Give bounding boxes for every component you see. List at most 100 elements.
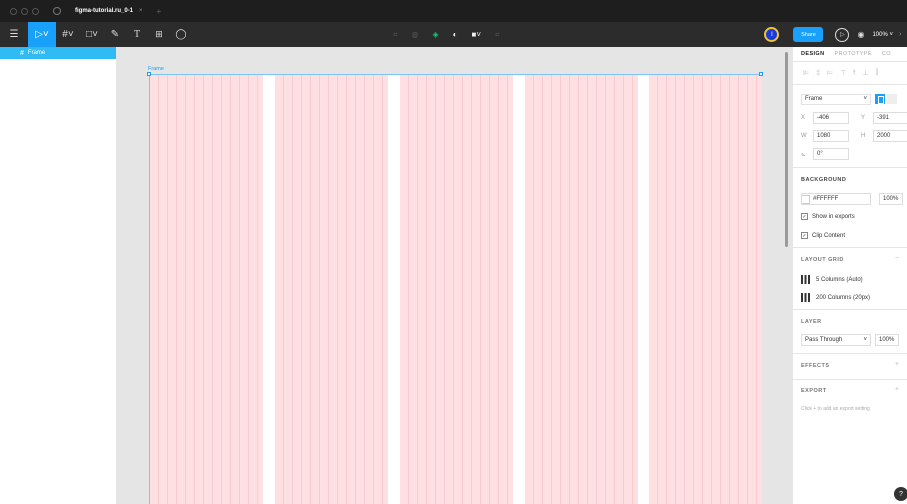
present-icon[interactable]: ▷ (835, 27, 850, 42)
distribute-icon[interactable]: ⫿ (876, 69, 878, 77)
x-label: X (801, 115, 806, 121)
layers-panel: # Frame (0, 47, 116, 504)
new-tab-icon[interactable]: + (157, 7, 162, 16)
divider (793, 379, 907, 380)
grid-item[interactable]: 5 Columns (Auto) (801, 275, 863, 284)
tab-design[interactable]: DESIGN (801, 51, 825, 57)
window-controls (10, 7, 39, 15)
frame-preset-row: Frame ˅ (801, 93, 901, 105)
file-tab-title: figma-tutorial.ru_0-1 (75, 8, 134, 14)
w-label: W (801, 133, 807, 139)
more-icon[interactable]: › (899, 31, 907, 38)
layer-row: Pass Through ˅ 100% (801, 334, 899, 346)
add-export-icon[interactable]: + (895, 386, 899, 393)
background-opacity-input[interactable]: 100% (879, 193, 903, 205)
layer-item-frame[interactable]: # Frame (0, 47, 116, 59)
export-hint: Click + to add an export setting (801, 406, 870, 412)
toolbar: ☰ ▷˅ #˅ □˅ ✎ T ⊞ ◯ ⌗ ◍ ◈ ◐ ■˅ ⌗ I Share … (0, 22, 907, 47)
rotation-input[interactable]: 0° (813, 148, 849, 160)
background-hex-input[interactable]: #FFFFFF (801, 193, 871, 205)
title-bar: figma-tutorial.ru_0-1 × + (0, 0, 907, 22)
maximize-window-button[interactable] (32, 7, 39, 15)
size-row: W 1080 H 2000 (801, 130, 907, 142)
clip-content-row[interactable]: ✓ Clip Content (801, 232, 845, 239)
width-input[interactable]: 1080 (813, 130, 849, 142)
close-tab-icon[interactable]: × (139, 8, 143, 14)
tab-prototype[interactable]: PROTOTYPE (835, 51, 872, 57)
properties-panel: DESIGN PROTOTYPE CO ⊫ ‡ ⊨ ⊤ ⫲ ⊥ ⫿ Frame … (792, 47, 907, 504)
remove-grid-icon[interactable]: − (895, 255, 899, 262)
clip-content-checkbox[interactable]: ✓ (801, 232, 808, 239)
clip-content-label: Clip Content (812, 232, 846, 239)
align-left-icon[interactable]: ⊫ (803, 69, 809, 77)
resize-handle[interactable] (759, 72, 763, 76)
rotation-icon: ⊾ (801, 151, 807, 158)
show-in-exports-row[interactable]: ✓ Show in exports (801, 213, 855, 220)
align-top-icon[interactable]: ⊤ (840, 69, 846, 77)
height-input[interactable]: 2000 (873, 130, 907, 142)
component-icon[interactable]: ⌗ (393, 30, 398, 40)
canvas-scrollbar[interactable] (785, 52, 788, 247)
divider (793, 247, 907, 248)
export-section-title: EXPORT (801, 388, 827, 394)
pen-tool-button[interactable]: ✎ (104, 22, 126, 47)
landscape-icon[interactable] (887, 94, 897, 104)
union-icon[interactable]: ■˅ (472, 30, 482, 39)
grid-item[interactable]: 200 Columns (20px) (801, 293, 870, 302)
align-center-icon[interactable]: ‡ (816, 70, 820, 77)
grid-column (275, 75, 388, 504)
frame-preset-dropdown[interactable]: Frame ˅ (801, 93, 871, 105)
file-tab[interactable]: figma-tutorial.ru_0-1 × (75, 8, 143, 14)
align-right-icon[interactable]: ⊨ (827, 69, 833, 77)
share-button[interactable]: Share (793, 27, 824, 42)
background-row: #FFFFFF 100% (801, 193, 903, 205)
align-middle-icon[interactable]: ⫲ (853, 69, 855, 77)
grid-column (649, 75, 762, 504)
show-in-exports-checkbox[interactable]: ✓ (801, 213, 808, 220)
view-settings-icon[interactable]: ◉ (857, 30, 864, 39)
comment-tool-button[interactable]: ◯ (170, 22, 192, 47)
alignment-toolbar: ⊫ ‡ ⊨ ⊤ ⫲ ⊥ ⫿ (793, 62, 907, 85)
tab-code[interactable]: CO (882, 51, 891, 57)
x-input[interactable]: -406 (813, 112, 849, 124)
components-tool-button[interactable]: ⊞ (148, 22, 170, 47)
background-section-title: BACKGROUND (801, 177, 847, 183)
resize-handle[interactable] (147, 72, 151, 76)
frame-icon: # (20, 49, 24, 57)
minimize-window-button[interactable] (21, 7, 28, 15)
layer-opacity-input[interactable]: 100% (875, 334, 899, 346)
frame-tool-button[interactable]: #˅ (56, 22, 80, 47)
crop-icon[interactable]: ⌗ (495, 30, 500, 40)
divider (793, 309, 907, 310)
recent-files-icon[interactable] (53, 7, 61, 15)
rotation-row: ⊾ 0° (801, 148, 849, 160)
mask-icon[interactable]: ◍ (412, 30, 419, 39)
align-bottom-icon[interactable]: ⊥ (863, 69, 869, 77)
portrait-icon[interactable] (875, 94, 885, 104)
grid-column (525, 75, 638, 504)
frame[interactable] (149, 74, 762, 504)
y-label: Y (861, 115, 866, 121)
canvas[interactable]: Frame (116, 47, 790, 504)
effects-section-title: EFFECTS (801, 363, 830, 369)
main-menu-icon[interactable]: ☰ (0, 22, 28, 47)
create-component-icon[interactable]: ◈ (433, 30, 439, 39)
text-tool-button[interactable]: T (126, 22, 148, 47)
zoom-dropdown[interactable]: 100% ˅ (872, 32, 893, 38)
y-input[interactable]: -391 (873, 112, 907, 124)
close-window-button[interactable] (10, 7, 17, 15)
columns-grid-icon[interactable] (801, 293, 810, 302)
avatar[interactable]: I (764, 27, 780, 42)
layer-item-label: Frame (27, 50, 46, 56)
boolean-icon[interactable]: ◐ (453, 30, 458, 39)
layer-section-title: LAYER (801, 319, 822, 325)
columns-grid-icon[interactable] (801, 275, 810, 284)
shape-tool-button[interactable]: □˅ (80, 22, 104, 47)
move-tool-button[interactable]: ▷˅ (28, 22, 56, 47)
help-button[interactable]: ? (894, 487, 907, 501)
chevron-down-icon: ˅ (863, 96, 867, 102)
layout-grid-section-title: LAYOUT GRID (801, 257, 844, 263)
add-effect-icon[interactable]: + (895, 361, 899, 368)
blend-mode-dropdown[interactable]: Pass Through ˅ (801, 334, 871, 346)
show-in-exports-label: Show in exports (812, 213, 855, 220)
